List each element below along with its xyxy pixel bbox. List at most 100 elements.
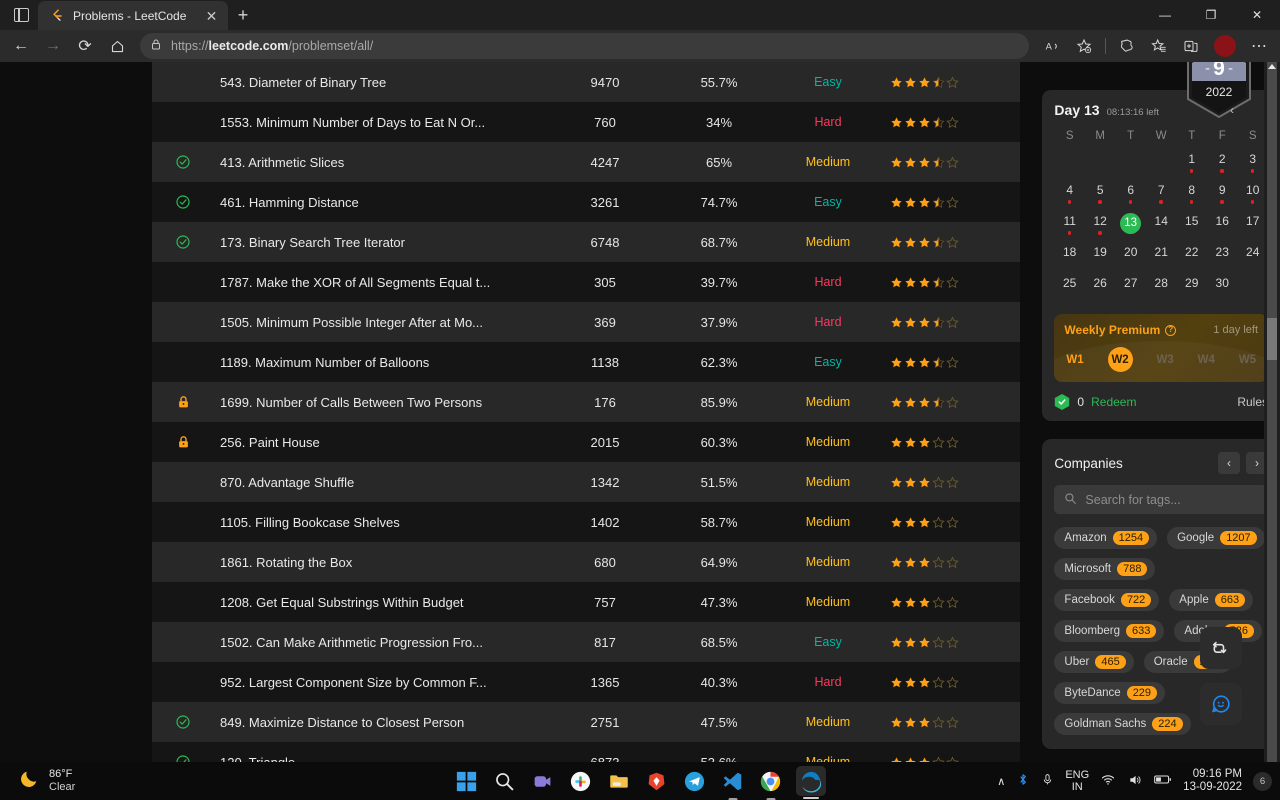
calendar-day[interactable]: 16 <box>1207 213 1238 240</box>
shuffle-problem-button[interactable] <box>1200 627 1242 669</box>
start-button[interactable] <box>454 769 479 794</box>
help-icon[interactable]: ? <box>1165 324 1177 336</box>
calendar-day[interactable]: 30 <box>1207 275 1238 302</box>
scroll-up-arrow-icon[interactable] <box>1268 64 1276 69</box>
profile-avatar[interactable] <box>1214 35 1236 57</box>
table-row[interactable]: 461. Hamming Distance 3261 74.7% Easy <box>152 182 1021 222</box>
sidebar-toggle-button[interactable] <box>4 0 38 30</box>
company-tag[interactable]: ByteDance 229 <box>1054 682 1166 704</box>
weather-widget[interactable]: 86°F Clear <box>0 768 300 795</box>
file-explorer-app[interactable] <box>606 769 631 794</box>
problem-title[interactable]: 1787. Make the XOR of All Segments Equal… <box>214 275 546 290</box>
table-row[interactable]: 1553. Minimum Number of Days to Eat N Or… <box>152 102 1021 142</box>
problem-title[interactable]: 870. Advantage Shuffle <box>214 475 546 490</box>
back-button[interactable]: ← <box>6 32 36 60</box>
company-tag[interactable]: Microsoft 788 <box>1054 558 1156 580</box>
wifi-icon[interactable] <box>1100 773 1116 790</box>
bluetooth-icon[interactable] <box>1016 772 1030 790</box>
collections-icon[interactable] <box>1176 32 1206 60</box>
calendar-day[interactable]: 19 <box>1085 244 1116 271</box>
address-bar[interactable]: https://leetcode.com/problemset/all/ <box>140 33 1029 59</box>
calendar-day[interactable]: 15 <box>1176 213 1207 240</box>
calendar-day[interactable]: 4 <box>1054 182 1085 209</box>
calendar-day[interactable]: 8 <box>1176 182 1207 209</box>
calendar-day[interactable]: 9 <box>1207 182 1238 209</box>
telegram-app[interactable] <box>682 769 707 794</box>
calendar-day[interactable]: 21 <box>1146 244 1177 271</box>
read-aloud-icon[interactable]: A <box>1037 32 1067 60</box>
page-scrollbar[interactable] <box>1264 62 1280 762</box>
search-button[interactable] <box>492 769 517 794</box>
close-window-button[interactable]: ✕ <box>1234 0 1280 30</box>
calendar-day[interactable]: 23 <box>1207 244 1238 271</box>
company-tag-search[interactable]: Search for tags... <box>1054 485 1268 514</box>
company-tag[interactable]: Goldman Sachs 224 <box>1054 713 1191 735</box>
table-row[interactable]: 1105. Filling Bookcase Shelves 1402 58.7% M… <box>152 502 1021 542</box>
battery-icon[interactable] <box>1154 773 1172 789</box>
calendar-prev-button[interactable]: ‹ <box>1230 103 1234 117</box>
brave-app[interactable] <box>644 769 669 794</box>
table-row[interactable]: 543. Diameter of Binary Tree 9470 55.7% Eas… <box>152 62 1021 102</box>
table-row[interactable]: 413. Arithmetic Slices 4247 65% Medium <box>152 142 1021 182</box>
table-row[interactable]: 952. Largest Component Size by Common F.… <box>152 662 1021 702</box>
weekly-premium-week-w4[interactable]: W4 <box>1198 354 1215 366</box>
calendar-day[interactable]: 20 <box>1115 244 1146 271</box>
table-row[interactable]: 849. Maximize Distance to Closest Person… <box>152 702 1021 742</box>
chrome-app[interactable] <box>758 769 783 794</box>
problem-title[interactable]: 1861. Rotating the Box <box>214 555 546 570</box>
microphone-icon[interactable] <box>1041 772 1054 790</box>
calendar-day[interactable]: 12 <box>1085 213 1116 240</box>
calendar-day[interactable]: 5 <box>1085 182 1116 209</box>
home-button[interactable] <box>102 32 132 60</box>
problem-title[interactable]: 1105. Filling Bookcase Shelves <box>214 515 546 530</box>
scrollbar-thumb[interactable] <box>1267 318 1277 360</box>
problem-title[interactable]: 461. Hamming Distance <box>214 195 546 210</box>
weekly-premium-week-w1[interactable]: W1 <box>1066 354 1083 366</box>
vscode-app[interactable] <box>720 769 745 794</box>
language-indicator[interactable]: ENG IN <box>1065 769 1089 793</box>
volume-icon[interactable] <box>1127 773 1143 790</box>
favorites-icon[interactable] <box>1144 32 1174 60</box>
weekly-premium-week-w5[interactable]: W5 <box>1239 354 1256 366</box>
calendar-day[interactable]: 22 <box>1176 244 1207 271</box>
problem-title[interactable]: 1699. Number of Calls Between Two Person… <box>214 395 546 410</box>
table-row[interactable]: 1505. Minimum Possible Integer After at … <box>152 302 1021 342</box>
problem-title[interactable]: 1502. Can Make Arithmetic Progression Fr… <box>214 635 546 650</box>
company-tag[interactable]: Apple 663 <box>1169 589 1254 611</box>
table-row[interactable]: 120. Triangle 6873 53.6% Medium <box>152 742 1021 762</box>
reload-button[interactable]: ⟳ <box>70 32 100 60</box>
company-tag[interactable]: Amazon 1254 <box>1054 527 1158 549</box>
table-row[interactable]: 1787. Make the XOR of All Segments Equal… <box>152 262 1021 302</box>
calendar-day[interactable]: 6 <box>1115 182 1146 209</box>
problem-title[interactable]: 952. Largest Component Size by Common F.… <box>214 675 546 690</box>
taskbar-clock[interactable]: 09:16 PM 13-09-2022 <box>1183 768 1242 794</box>
problem-title[interactable]: 1208. Get Equal Substrings Within Budget <box>214 595 546 610</box>
problem-title[interactable]: 849. Maximize Distance to Closest Person <box>214 715 546 730</box>
problem-title[interactable]: 173. Binary Search Tree Iterator <box>214 235 546 250</box>
table-row[interactable]: 256. Paint House 2015 60.3% Medium <box>152 422 1021 462</box>
calendar-day[interactable]: 14 <box>1146 213 1177 240</box>
company-tag[interactable]: Google 1207 <box>1167 527 1265 549</box>
add-favorite-icon[interactable] <box>1069 32 1099 60</box>
teams-app[interactable] <box>530 769 555 794</box>
company-tag[interactable]: Bloomberg 633 <box>1054 620 1165 642</box>
table-row[interactable]: 173. Binary Search Tree Iterator 6748 68.7… <box>152 222 1021 262</box>
calendar-day[interactable]: 7 <box>1146 182 1177 209</box>
table-row[interactable]: 1861. Rotating the Box 680 64.9% Medium <box>152 542 1021 582</box>
notification-badge[interactable]: 6 <box>1253 771 1272 791</box>
problem-title[interactable]: 256. Paint House <box>214 435 546 450</box>
companies-prev-button[interactable]: ‹ <box>1218 452 1240 474</box>
browser-essentials-icon[interactable] <box>1112 32 1142 60</box>
calendar-day[interactable]: 27 <box>1115 275 1146 302</box>
calendar-day[interactable]: 25 <box>1054 275 1085 302</box>
forward-button[interactable]: → <box>38 32 68 60</box>
table-row[interactable]: 1699. Number of Calls Between Two Person… <box>152 382 1021 422</box>
problem-title[interactable]: 1553. Minimum Number of Days to Eat N Or… <box>214 115 546 130</box>
calendar-day[interactable]: 2 <box>1207 151 1238 178</box>
tab-close-icon[interactable]: ✕ <box>203 7 220 24</box>
new-tab-button[interactable]: + <box>228 1 258 30</box>
table-row[interactable]: 870. Advantage Shuffle 1342 51.5% Medium <box>152 462 1021 502</box>
slack-app[interactable] <box>568 769 593 794</box>
tray-overflow-button[interactable]: ∧ <box>997 775 1005 788</box>
table-row[interactable]: 1208. Get Equal Substrings Within Budget… <box>152 582 1021 622</box>
